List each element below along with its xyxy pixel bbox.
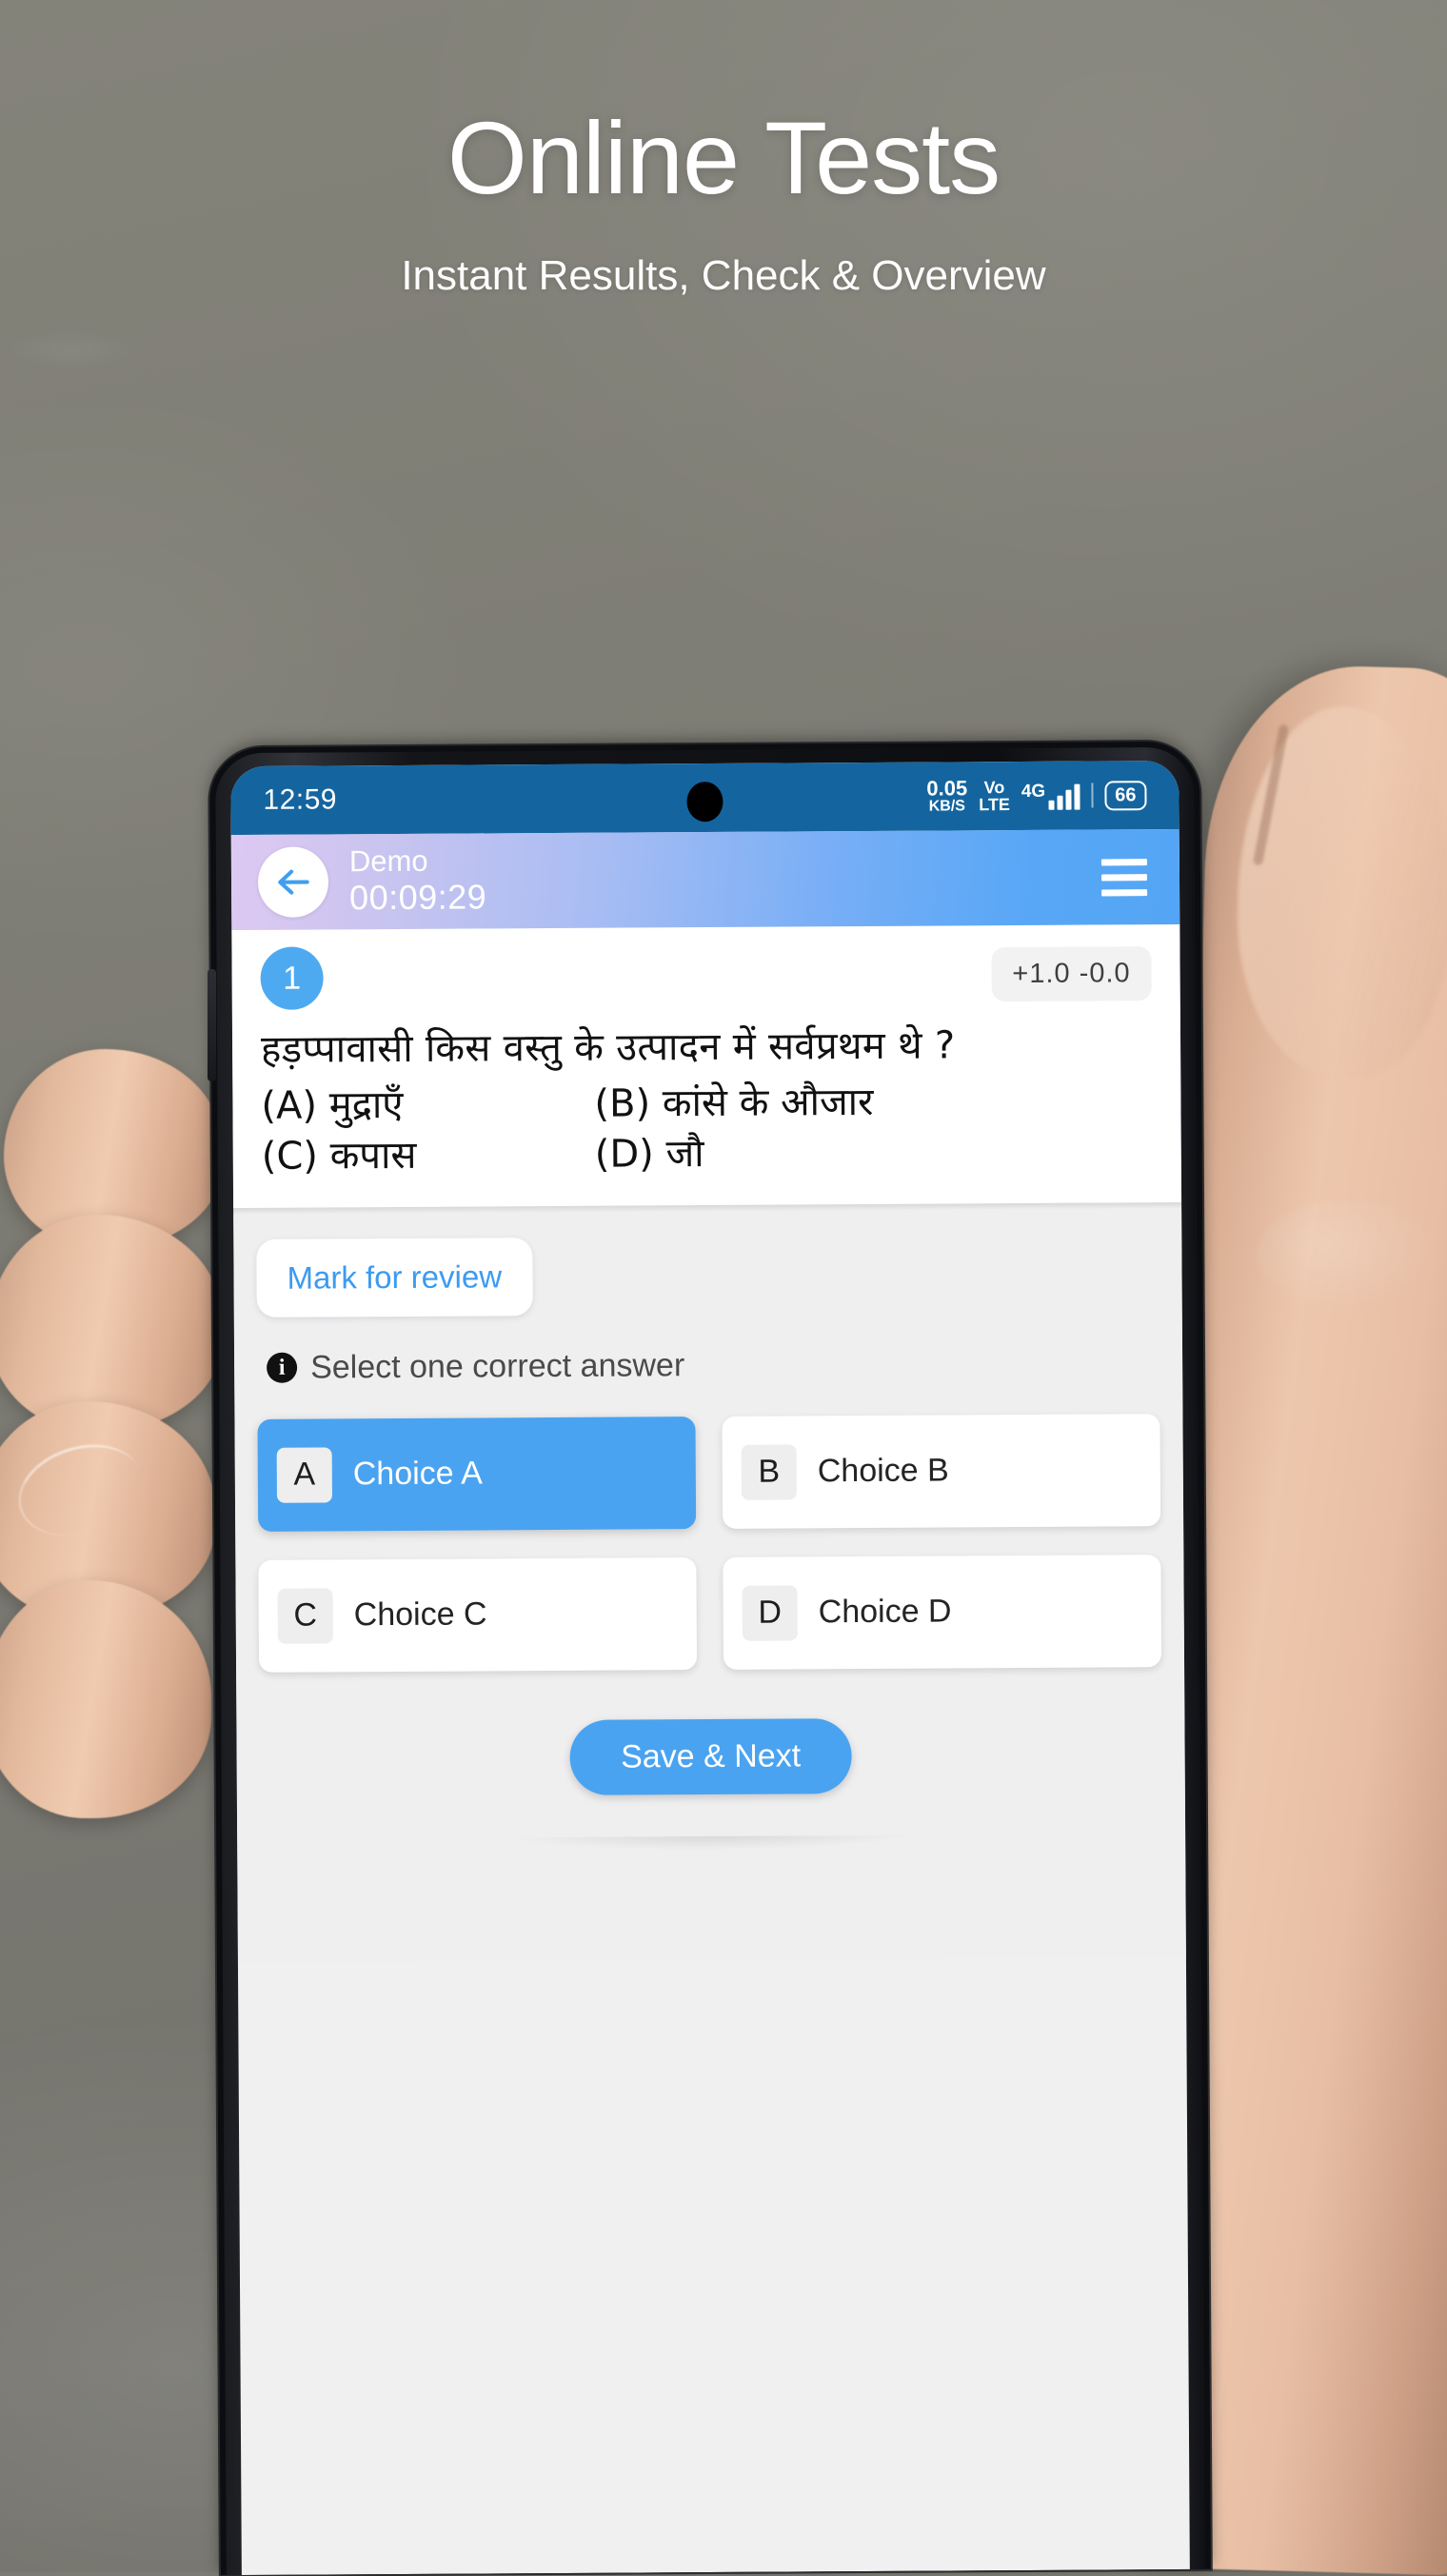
app-header: Demo 00:09:29 [230,828,1180,931]
volte-icon: Vo LTE [979,777,1010,815]
mark-for-review-button[interactable]: Mark for review [256,1238,533,1318]
hero-section: Online Tests Instant Results, Check & Ov… [0,107,1447,299]
choice-key-c: C [277,1588,333,1644]
printed-option-c: (C) कपास [261,1134,417,1179]
status-bar: 12:59 0.05 KB/S Vo LTE 4G 66 [230,760,1179,836]
volte-top-text: Vo [983,777,1005,797]
question-text: हड़प्पावासी किस वस्तु के उत्पादन में सर्… [260,1023,956,1072]
save-next-container: Save & Next [259,1716,1161,1797]
menu-line [1100,873,1148,881]
choice-option-c[interactable]: C Choice C [258,1557,698,1673]
answer-hint: i Select one correct answer [267,1344,1160,1387]
menu-line [1101,888,1148,896]
wall-texture-spot [0,328,143,371]
test-info: Demo 00:09:29 [348,844,487,918]
question-number-badge: 1 [260,946,324,1010]
phone-screen: 12:59 0.05 KB/S Vo LTE 4G 66 Demo 00:09:… [230,760,1190,2576]
signal-bar [1074,783,1080,810]
network-type-label: 4G [1021,781,1046,802]
page-subtitle: Instant Results, Check & Overview [401,252,1046,299]
question-image: हड़प्पावासी किस वस्तु के उत्पादन में सर्… [261,1020,1153,1183]
phone-device: 12:59 0.05 KB/S Vo LTE 4G 66 Demo 00:09:… [209,741,1211,2576]
finger [0,1580,211,1818]
page-title: Online Tests [446,100,1001,215]
question-printed-options: (A) मुद्राएँ (B) कांसे के औजार (C) कपास … [261,1076,1153,1183]
question-header: 1 +1.0 -0.0 [260,941,1152,1010]
left-hand-fingers [0,1028,223,1818]
network-speed-unit: KB/S [928,798,966,815]
marks-badge: +1.0 -0.0 [991,945,1152,1001]
choice-key-d: D [742,1585,798,1641]
printed-option-row: (C) कपास (D) जौ [262,1127,1153,1183]
back-arrow-icon [278,869,309,895]
status-clock: 12:59 [263,783,338,816]
status-indicators: 0.05 KB/S Vo LTE 4G 66 [926,775,1147,815]
signal-bar [1065,789,1072,810]
printed-option-row: (A) मुद्राएँ (B) कांसे के औजार [261,1076,1152,1132]
choice-label-c: Choice C [353,1595,487,1634]
question-card: 1 +1.0 -0.0 हड़प्पावासी किस वस्तु के उत्… [231,923,1182,1209]
choice-option-d[interactable]: D Choice D [723,1555,1162,1670]
signal-bar [1057,795,1063,810]
choice-label-d: Choice D [818,1593,952,1631]
save-and-next-button[interactable]: Save & Next [568,1718,853,1795]
network-speed-value: 0.05 [926,775,968,801]
answer-hint-text: Select one correct answer [310,1347,685,1386]
choice-option-b[interactable]: B Choice B [722,1414,1161,1529]
thumbnail-highlight [1238,706,1447,1078]
choice-label-b: Choice B [817,1452,949,1490]
back-button[interactable] [257,846,329,918]
choice-key-a: A [276,1447,332,1503]
network-speed-indicator: 0.05 KB/S [926,775,968,815]
front-camera-punch-hole [686,782,724,822]
signal-strength-icon: 4G [1021,782,1080,810]
countdown-timer: 00:09:29 [348,877,487,918]
thumb-knuckle-highlight [1257,1199,1437,1314]
hamburger-menu-icon[interactable] [1096,849,1153,905]
content-scroll-shadow [260,1833,1163,1864]
choice-list: A Choice A B Choice B C Choice C D Choic… [257,1414,1162,1701]
phone-side-button [208,969,216,1081]
choice-key-b: B [741,1444,797,1500]
printed-option-d: (D) जौ [594,1132,704,1178]
status-divider [1091,783,1094,808]
menu-line [1100,858,1147,865]
finger [0,1215,223,1432]
info-icon: i [267,1353,298,1384]
volte-bottom-text: LTE [979,795,1010,815]
signal-bar [1048,800,1055,810]
printed-option-a: (A) मुद्राएँ [261,1082,404,1128]
test-name: Demo [348,844,428,879]
choice-label-a: Choice A [352,1455,484,1493]
answer-area: Mark for review i Select one correct ans… [233,1208,1186,1964]
choice-option-a[interactable]: A Choice A [257,1417,697,1532]
printed-option-b: (B) कांसे के औजार [594,1080,874,1126]
battery-icon: 66 [1104,780,1147,810]
